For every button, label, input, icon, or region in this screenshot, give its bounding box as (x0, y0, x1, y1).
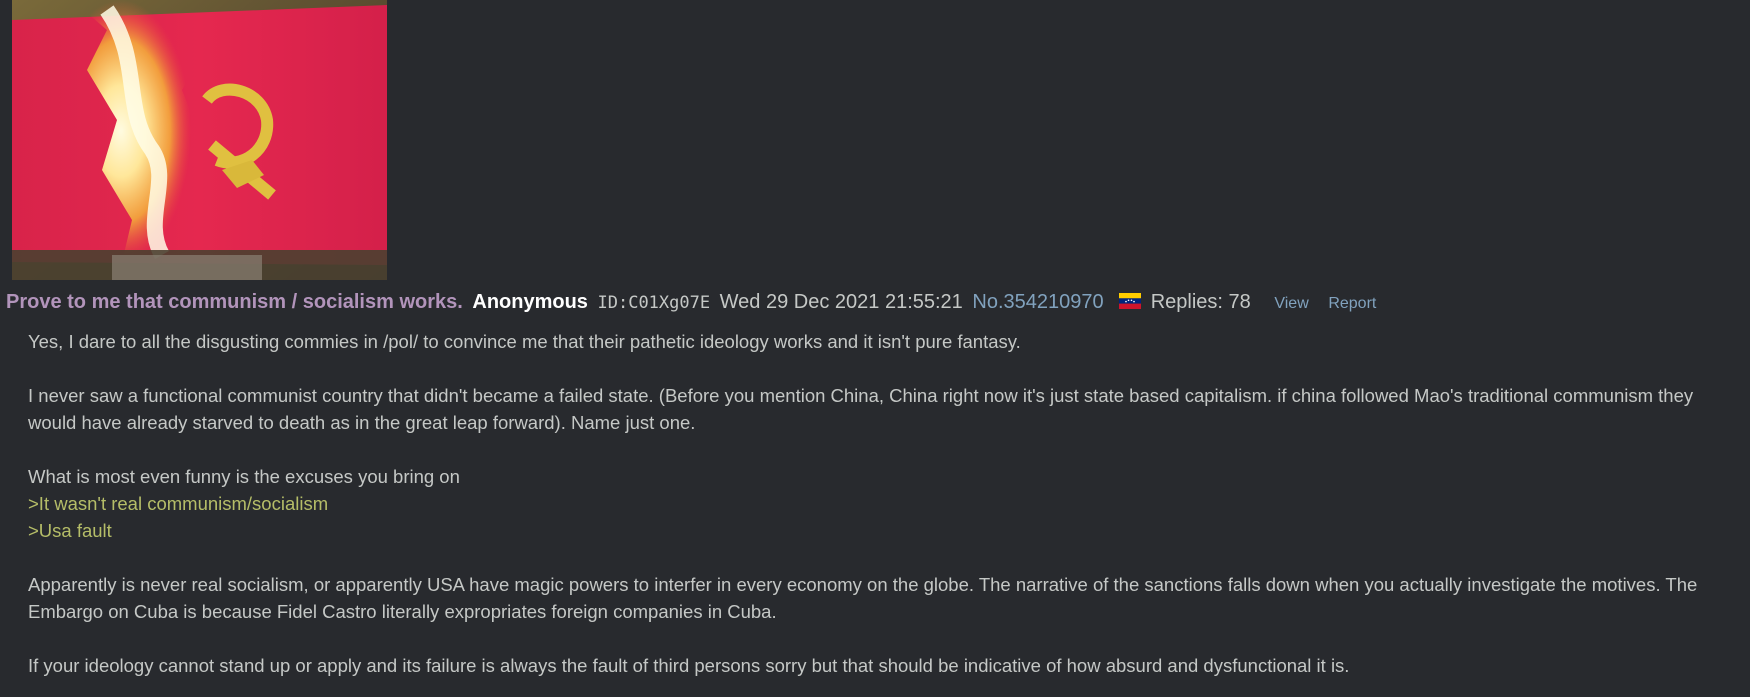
post-image-thumbnail[interactable] (12, 0, 387, 280)
report-link[interactable]: Report (1328, 295, 1376, 312)
poster-name: Anonymous (472, 291, 588, 313)
line-break (28, 625, 1728, 652)
line-break (28, 355, 1728, 382)
post-text-line: Apparently is never real socialism, or a… (28, 574, 1698, 622)
greentext-line: >Usa fault (28, 520, 112, 541)
line-break (28, 436, 1728, 463)
burning-flag-image (12, 0, 387, 280)
post-subject: Prove to me that communism / socialism w… (6, 291, 463, 313)
post-text-line: I never saw a functional communist count… (28, 385, 1694, 433)
greentext-line: >It wasn't real communism/socialism (28, 493, 329, 514)
post-text-line: What is most even funny is the excuses y… (28, 466, 460, 487)
view-link[interactable]: View (1274, 295, 1308, 312)
thread-op: Prove to me that communism / socialism w… (0, 0, 1750, 697)
line-break (28, 544, 1728, 571)
venezuela-flag-icon (1119, 289, 1142, 309)
post-text-line: If your ideology cannot stand up or appl… (28, 655, 1350, 676)
reply-count: Replies: 78 (1150, 291, 1251, 313)
post-text-line: Yes, I dare to all the disgusting commie… (28, 331, 1021, 352)
post-number-link[interactable]: No.354210970 (972, 291, 1103, 313)
post-date: Wed 29 Dec 2021 21:55:21 (719, 291, 963, 313)
post-info-bar: Prove to me that communism / socialism w… (6, 288, 1376, 316)
poster-id[interactable]: ID:C01Xg07E (598, 293, 711, 313)
post-body: Yes, I dare to all the disgusting commie… (28, 328, 1728, 679)
